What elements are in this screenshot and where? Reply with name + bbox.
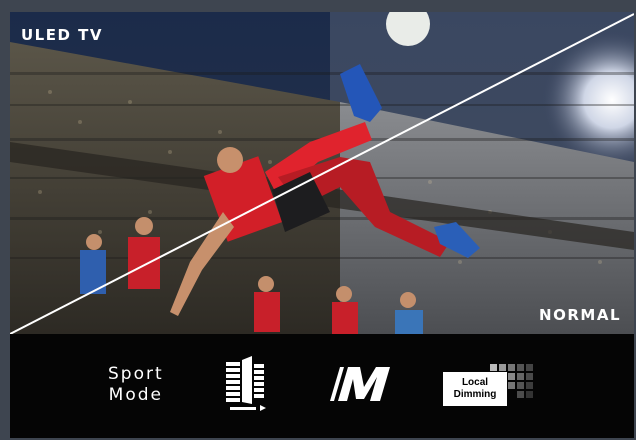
normal-label: NORMAL bbox=[539, 306, 621, 324]
product-banner: ULED TV NORMAL Sport Mode Local Dimming bbox=[0, 0, 636, 440]
mode-line: Mode bbox=[108, 385, 163, 405]
uled-tv-label: ULED TV bbox=[21, 26, 103, 44]
divider-line bbox=[10, 13, 634, 334]
sport-line: Sport bbox=[108, 364, 164, 384]
motion-icon bbox=[226, 356, 266, 411]
comparison-screen: ULED TV NORMAL bbox=[10, 12, 634, 334]
dimming-grid-icon bbox=[490, 364, 533, 398]
sport-mode-label: Sport Mode bbox=[108, 364, 164, 406]
feature-bar: Sport Mode Local Dimming bbox=[10, 334, 634, 438]
m-logo-icon bbox=[330, 367, 390, 401]
